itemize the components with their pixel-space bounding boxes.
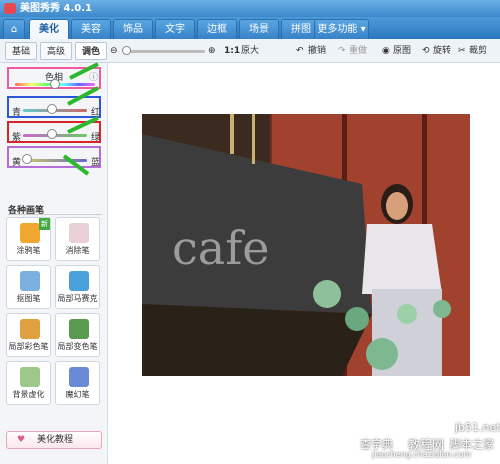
rotate-icon[interactable]: ⟲ [422,43,430,59]
blur-background-icon [20,367,40,387]
tool-label: 涂鸦笔 [16,246,41,255]
tool-label: 背景虚化 [12,390,45,399]
hue-slider-knob[interactable] [50,79,60,89]
divider [8,214,102,215]
app-title: 美图秀秀 4.0.1 [20,3,92,14]
tutorial-button[interactable]: ♥ 美化教程 [6,431,102,449]
cyan-label: 青 [12,108,22,118]
undo-icon[interactable]: ↶ [296,43,304,59]
cutout-tool[interactable]: 抠图笔 [6,265,51,309]
eraser-icon [69,223,89,243]
original-icon[interactable]: ◉ [382,43,390,59]
photo-image: cafe [142,114,470,376]
watermark-site: jb51.net [455,421,500,434]
home-icon: ⌂ [10,24,18,35]
tool-label: 抠图笔 [16,294,41,303]
tutorial-label: 美化教程 [37,435,74,445]
recolor-brush-tool[interactable]: 局部变色笔 [55,313,100,357]
tab-beauty[interactable]: 美容 [71,19,111,39]
tab-accessory[interactable]: 饰品 [113,19,153,39]
cyan-red-slider-knob[interactable] [47,104,57,114]
main-tab-bar: ⌂ 美化 美容 饰品 文字 边框 场景 拼图 更多功能 ▾ [0,17,500,39]
crop-button[interactable]: 裁剪 [469,43,487,59]
tab-more-label: 更多功能 [317,24,358,35]
watermark-url: jiaocheng.chazidian.com [372,450,472,459]
title-bar: 美图秀秀 4.0.1 [0,0,500,17]
mosaic-icon [69,271,89,291]
tool-label: 局部变色笔 [57,342,98,351]
yellow-blue-slider-knob[interactable] [22,154,32,164]
zoom-slider-knob[interactable] [122,46,131,55]
purple-green-slider-knob[interactable] [47,129,57,139]
sign-text: cafe [172,221,269,275]
redo-icon[interactable]: ↷ [338,43,346,59]
tab-more[interactable]: 更多功能 ▾ [314,19,369,39]
app-logo-icon [4,3,16,14]
undo-button[interactable]: 撤销 [308,43,326,59]
mosaic-tool[interactable]: 局部马赛克 [55,265,100,309]
doodle-brush-tool[interactable]: 新 涂鸦笔 [6,217,51,261]
new-badge: 新 [39,218,50,230]
blur-background-tool[interactable]: 背景虚化 [6,361,51,405]
tool-label: 局部马赛克 [57,294,98,303]
zoom-slider[interactable] [125,50,205,53]
tab-scene[interactable]: 场景 [239,19,279,39]
original-button[interactable]: 原图 [393,43,411,59]
tab-text[interactable]: 文字 [155,19,195,39]
recolor-brush-icon [69,319,89,339]
magic-brush-icon [69,367,89,387]
rotate-button[interactable]: 旋转 [433,43,451,59]
color-brush-tool[interactable]: 局部彩色笔 [6,313,51,357]
tab-beautify[interactable]: 美化 [29,19,69,39]
heart-icon: ♥ [17,435,26,445]
redo-button[interactable]: 重做 [349,43,367,59]
magic-brush-tool[interactable]: 魔幻笔 [55,361,100,405]
original-size-button[interactable]: 原大 [241,43,259,59]
zoom-ratio[interactable]: 1:1 [224,43,240,59]
home-tab[interactable]: ⌂ [3,19,25,39]
tool-label: 魔幻笔 [65,390,90,399]
tool-label: 消除笔 [65,246,90,255]
yellow-label: 黄 [12,158,22,168]
tab-frame[interactable]: 边框 [197,19,237,39]
cutout-icon [20,271,40,291]
color-brush-icon [20,319,40,339]
purple-label: 紫 [12,133,22,143]
zoom-out-icon[interactable]: ⊖ [110,43,118,59]
subtab-basic[interactable]: 基础 [5,42,37,60]
doodle-brush-icon [20,223,40,243]
zoom-in-icon[interactable]: ⊕ [208,43,216,59]
dropdown-icon: ▾ [357,24,366,35]
photo-canvas[interactable]: cafe [142,114,470,376]
annotation-arrows [62,62,99,176]
eraser-tool[interactable]: 消除笔 [55,217,100,261]
crop-icon[interactable]: ✂ [458,43,466,59]
tool-label: 局部彩色笔 [8,342,49,351]
